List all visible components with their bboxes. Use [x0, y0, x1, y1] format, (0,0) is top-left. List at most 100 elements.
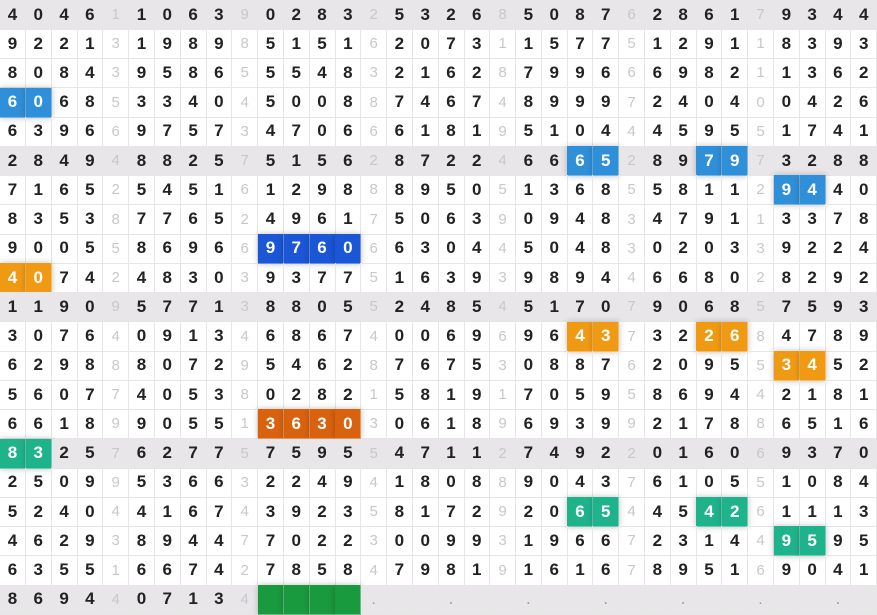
- grid-cell-r1-c12[interactable]: 5: [309, 29, 336, 60]
- grid-cell-r5-c30[interactable]: 3: [773, 146, 800, 177]
- grid-cell-r12-c18[interactable]: 5: [464, 350, 491, 381]
- grid-cell-r11-c21[interactable]: 6: [541, 321, 568, 352]
- grid-cell-r0-c10[interactable]: 0: [257, 0, 284, 30]
- grid-cell-r18-c3[interactable]: 9: [77, 526, 104, 557]
- grid-cell-r5-c29[interactable]: 7: [748, 146, 775, 177]
- grid-cell-r17-c25[interactable]: 4: [644, 497, 671, 528]
- grid-cell-r7-c14[interactable]: 7: [361, 204, 388, 235]
- grid-cell-r10-c30[interactable]: 7: [773, 292, 800, 323]
- grid-cell-r7-c7[interactable]: 6: [180, 204, 207, 235]
- grid-cell-r3-c6[interactable]: 3: [154, 87, 181, 118]
- grid-cell-r7-c22[interactable]: 4: [567, 204, 594, 235]
- grid-cell-r15-c6[interactable]: 2: [154, 438, 181, 469]
- grid-cell-r5-c28[interactable]: 9: [722, 146, 749, 177]
- grid-cell-r11-c24[interactable]: 7: [619, 321, 646, 352]
- grid-cell-r11-c22[interactable]: 4: [567, 321, 594, 352]
- grid-cell-r8-c14[interactable]: 6: [361, 233, 388, 264]
- grid-cell-r13-c30[interactable]: 2: [773, 380, 800, 411]
- grid-cell-r20-c22[interactable]: [567, 584, 594, 615]
- grid-cell-r2-c5[interactable]: 9: [128, 58, 155, 89]
- grid-cell-r4-c25[interactable]: 4: [644, 116, 671, 147]
- grid-cell-r0-c8[interactable]: 3: [206, 0, 233, 30]
- grid-cell-r8-c22[interactable]: 4: [567, 233, 594, 264]
- grid-cell-r20-c24[interactable]: [619, 584, 646, 615]
- grid-cell-r13-c20[interactable]: 7: [515, 380, 542, 411]
- grid-cell-r5-c24[interactable]: 2: [619, 146, 646, 177]
- grid-cell-r7-c21[interactable]: 9: [541, 204, 568, 235]
- grid-cell-r20-c12[interactable]: [309, 584, 336, 615]
- grid-cell-r1-c25[interactable]: 1: [644, 29, 671, 60]
- grid-cell-r19-c13[interactable]: 8: [335, 555, 362, 586]
- grid-cell-r17-c13[interactable]: 3: [335, 497, 362, 528]
- grid-cell-r18-c29[interactable]: 4: [748, 526, 775, 557]
- grid-cell-r0-c6[interactable]: 0: [154, 0, 181, 30]
- grid-cell-r3-c26[interactable]: 4: [670, 87, 697, 118]
- grid-cell-r13-c23[interactable]: 9: [593, 380, 620, 411]
- grid-cell-r18-c21[interactable]: 9: [541, 526, 568, 557]
- grid-cell-r17-c6[interactable]: 1: [154, 497, 181, 528]
- grid-cell-r14-c0[interactable]: 6: [0, 409, 26, 440]
- grid-cell-r9-c7[interactable]: 3: [180, 263, 207, 294]
- grid-cell-r20-c0[interactable]: 8: [0, 584, 26, 615]
- grid-cell-r2-c32[interactable]: 6: [825, 58, 852, 89]
- grid-cell-r16-c3[interactable]: 9: [77, 467, 104, 498]
- grid-cell-r12-c9[interactable]: 9: [232, 350, 259, 381]
- grid-cell-r9-c21[interactable]: 8: [541, 263, 568, 294]
- grid-cell-r19-c30[interactable]: 9: [773, 555, 800, 586]
- grid-cell-r2-c23[interactable]: 6: [593, 58, 620, 89]
- grid-cell-r20-c27[interactable]: [696, 584, 723, 615]
- grid-cell-r9-c17[interactable]: 3: [438, 263, 465, 294]
- grid-cell-r5-c13[interactable]: 6: [335, 146, 362, 177]
- grid-cell-r6-c5[interactable]: 5: [128, 175, 155, 206]
- grid-cell-r13-c27[interactable]: 9: [696, 380, 723, 411]
- grid-cell-r6-c24[interactable]: 5: [619, 175, 646, 206]
- grid-cell-r14-c10[interactable]: 3: [257, 409, 284, 440]
- grid-cell-r8-c24[interactable]: 3: [619, 233, 646, 264]
- grid-cell-r1-c30[interactable]: 8: [773, 29, 800, 60]
- grid-cell-r15-c17[interactable]: 1: [438, 438, 465, 469]
- grid-cell-r5-c3[interactable]: 9: [77, 146, 104, 177]
- grid-cell-r12-c32[interactable]: 5: [825, 350, 852, 381]
- grid-cell-r2-c25[interactable]: 6: [644, 58, 671, 89]
- grid-cell-r15-c15[interactable]: 4: [386, 438, 413, 469]
- grid-cell-r3-c11[interactable]: 0: [283, 87, 310, 118]
- grid-cell-r19-c20[interactable]: 1: [515, 555, 542, 586]
- grid-cell-r4-c4[interactable]: 6: [103, 116, 130, 147]
- grid-cell-r15-c27[interactable]: 6: [696, 438, 723, 469]
- grid-cell-r14-c16[interactable]: 6: [412, 409, 439, 440]
- grid-cell-r10-c25[interactable]: 9: [644, 292, 671, 323]
- grid-cell-r7-c13[interactable]: 1: [335, 204, 362, 235]
- grid-cell-r6-c17[interactable]: 5: [438, 175, 465, 206]
- grid-cell-r12-c28[interactable]: 5: [722, 350, 749, 381]
- grid-cell-r2-c7[interactable]: 8: [180, 58, 207, 89]
- grid-cell-r6-c16[interactable]: 9: [412, 175, 439, 206]
- grid-cell-r5-c26[interactable]: 9: [670, 146, 697, 177]
- grid-cell-r4-c30[interactable]: 1: [773, 116, 800, 147]
- grid-cell-r15-c24[interactable]: 2: [619, 438, 646, 469]
- grid-cell-r8-c15[interactable]: 6: [386, 233, 413, 264]
- grid-cell-r2-c10[interactable]: 5: [257, 58, 284, 89]
- grid-cell-r5-c33[interactable]: 8: [851, 146, 877, 177]
- grid-cell-r15-c9[interactable]: 5: [232, 438, 259, 469]
- grid-cell-r12-c20[interactable]: 0: [515, 350, 542, 381]
- grid-cell-r17-c8[interactable]: 7: [206, 497, 233, 528]
- grid-cell-r16-c8[interactable]: 6: [206, 467, 233, 498]
- grid-cell-r16-c24[interactable]: 7: [619, 467, 646, 498]
- grid-cell-r8-c29[interactable]: 3: [748, 233, 775, 264]
- grid-cell-r14-c8[interactable]: 5: [206, 409, 233, 440]
- grid-cell-r12-c0[interactable]: 6: [0, 350, 26, 381]
- grid-cell-r13-c1[interactable]: 6: [25, 380, 52, 411]
- grid-cell-r15-c29[interactable]: 6: [748, 438, 775, 469]
- grid-cell-r20-c30[interactable]: [773, 584, 800, 615]
- grid-cell-r17-c26[interactable]: 5: [670, 497, 697, 528]
- grid-cell-r20-c7[interactable]: 1: [180, 584, 207, 615]
- grid-cell-r18-c7[interactable]: 4: [180, 526, 207, 557]
- grid-cell-r2-c28[interactable]: 2: [722, 58, 749, 89]
- grid-cell-r11-c13[interactable]: 7: [335, 321, 362, 352]
- grid-cell-r17-c1[interactable]: 2: [25, 497, 52, 528]
- grid-cell-r16-c29[interactable]: 5: [748, 467, 775, 498]
- grid-cell-r15-c8[interactable]: 7: [206, 438, 233, 469]
- grid-cell-r12-c25[interactable]: 2: [644, 350, 671, 381]
- grid-cell-r7-c27[interactable]: 9: [696, 204, 723, 235]
- grid-cell-r17-c3[interactable]: 0: [77, 497, 104, 528]
